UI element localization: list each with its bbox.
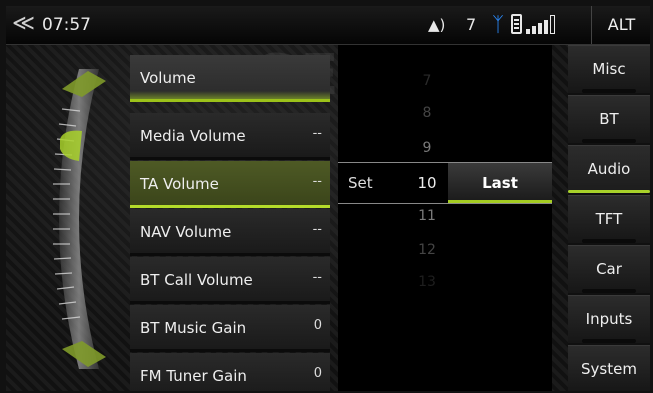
picker-option[interactable]: 7 — [412, 73, 442, 89]
set-button[interactable]: Set — [348, 163, 373, 203]
picker-option[interactable]: 8 — [412, 105, 442, 121]
tab-label: System — [581, 360, 637, 378]
tab-label: TFT — [595, 210, 623, 228]
setting-value: -- — [312, 174, 322, 189]
speaker-icon: ▲) — [428, 16, 446, 34]
tab-system[interactable]: System — [568, 345, 650, 391]
category-tabs: Misc BT Audio TFT Car Inputs System — [568, 45, 650, 391]
tab-indicator — [582, 89, 636, 93]
tab-label: BT — [599, 110, 619, 128]
settings-content: SE — [6, 43, 568, 391]
picker-selection-band: Set 10 Last — [338, 162, 552, 204]
tab-indicator — [582, 239, 636, 243]
volume-level: 7 — [466, 15, 477, 34]
arc-volume-slider[interactable] — [24, 49, 114, 389]
double-chevron-left-icon[interactable]: ≪ — [12, 12, 35, 36]
setting-label: BT Music Gain — [140, 319, 247, 337]
tab-car[interactable]: Car — [568, 245, 650, 293]
selection-glow — [130, 91, 330, 99]
setting-value: -- — [312, 270, 322, 285]
bluetooth-icon: ᛉ — [492, 12, 504, 36]
value-picker[interactable]: 7 8 9 Set 10 Last 11 12 13 — [338, 45, 552, 391]
picker-option[interactable]: 11 — [412, 208, 442, 224]
tab-inputs[interactable]: Inputs — [568, 295, 650, 343]
tab-indicator — [582, 289, 636, 293]
clock: 07:57 — [42, 15, 91, 35]
tab-misc[interactable]: Misc — [568, 45, 650, 93]
tab-label: Inputs — [585, 310, 633, 328]
tab-label: Audio — [587, 160, 631, 178]
setting-label: BT Call Volume — [140, 271, 253, 289]
head-unit-screen: ≪ 07:57 ▲) 7 ᛉ ALT SE — [6, 6, 650, 391]
tab-label: Misc — [592, 60, 626, 78]
setting-row-volume[interactable]: Volume — [130, 55, 330, 102]
picker-option[interactable]: 12 — [412, 242, 442, 258]
setting-value: 0 — [313, 318, 322, 333]
setting-value: -- — [312, 222, 322, 237]
setting-row-bt-music-gain[interactable]: BT Music Gain 0 — [130, 305, 330, 352]
tab-indicator — [568, 190, 650, 193]
tab-label: Car — [596, 260, 622, 278]
setting-row-bt-call-volume[interactable]: BT Call Volume -- — [130, 257, 330, 304]
battery-icon — [511, 14, 522, 34]
alt-button[interactable]: ALT — [591, 6, 650, 44]
setting-value: -- — [312, 126, 322, 141]
tab-tft[interactable]: TFT — [568, 195, 650, 243]
setting-row-media-volume[interactable]: Media Volume -- — [130, 113, 330, 160]
setting-row-fm-tuner-gain[interactable]: FM Tuner Gain 0 — [130, 353, 330, 391]
tab-indicator — [582, 339, 636, 343]
picker-option[interactable]: 13 — [412, 274, 442, 290]
picker-option[interactable]: 9 — [412, 140, 442, 156]
tab-bt[interactable]: BT — [568, 95, 650, 143]
picker-current-value: 10 — [417, 174, 437, 192]
setting-row-ta-volume[interactable]: TA Volume -- — [130, 161, 330, 208]
setting-label: NAV Volume — [140, 223, 232, 241]
setting-label: FM Tuner Gain — [140, 367, 247, 385]
status-bar: ≪ 07:57 ▲) 7 ᛉ ALT — [6, 6, 650, 45]
setting-label: Media Volume — [140, 127, 246, 145]
setting-label: TA Volume — [140, 175, 219, 193]
setting-value: 0 — [313, 366, 322, 381]
tab-audio[interactable]: Audio — [568, 145, 650, 193]
setting-row-nav-volume[interactable]: NAV Volume -- — [130, 209, 330, 256]
signal-bars-icon — [526, 15, 562, 34]
last-button[interactable]: Last — [448, 163, 552, 203]
tab-indicator — [582, 139, 636, 143]
